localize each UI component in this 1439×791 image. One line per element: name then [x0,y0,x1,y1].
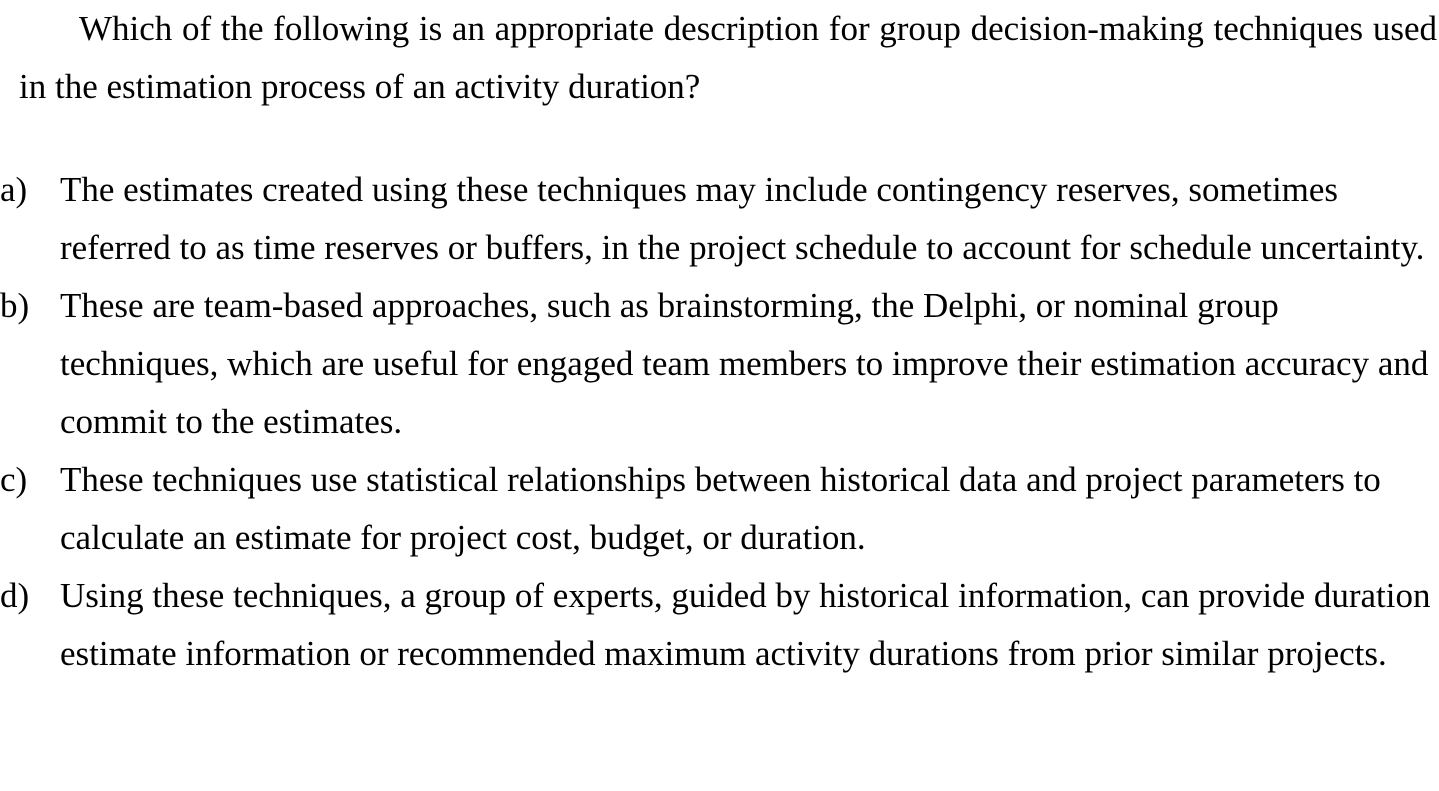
answer-option-c[interactable]: c) These techniques use statistical rela… [0,451,1438,567]
answer-option-a[interactable]: a) The estimates created using these tec… [0,161,1438,277]
option-text: The estimates created using these techni… [60,170,1425,267]
option-text: These techniques use statistical relatio… [60,460,1381,557]
option-text: Using these techniques, a group of exper… [60,576,1431,673]
answer-options-list: a) The estimates created using these tec… [0,161,1439,683]
option-letter: a) [0,170,28,209]
option-text: These are team-based approaches, such as… [60,286,1429,441]
answer-option-d[interactable]: d) Using these techniques, a group of ex… [0,567,1438,683]
question-text: Which of the following is an appropriate… [19,9,1437,106]
answer-option-b[interactable]: b) These are team-based approaches, such… [0,277,1438,451]
option-letter: c) [0,460,28,499]
option-letter: b) [0,286,30,325]
option-letter: d) [0,576,30,615]
